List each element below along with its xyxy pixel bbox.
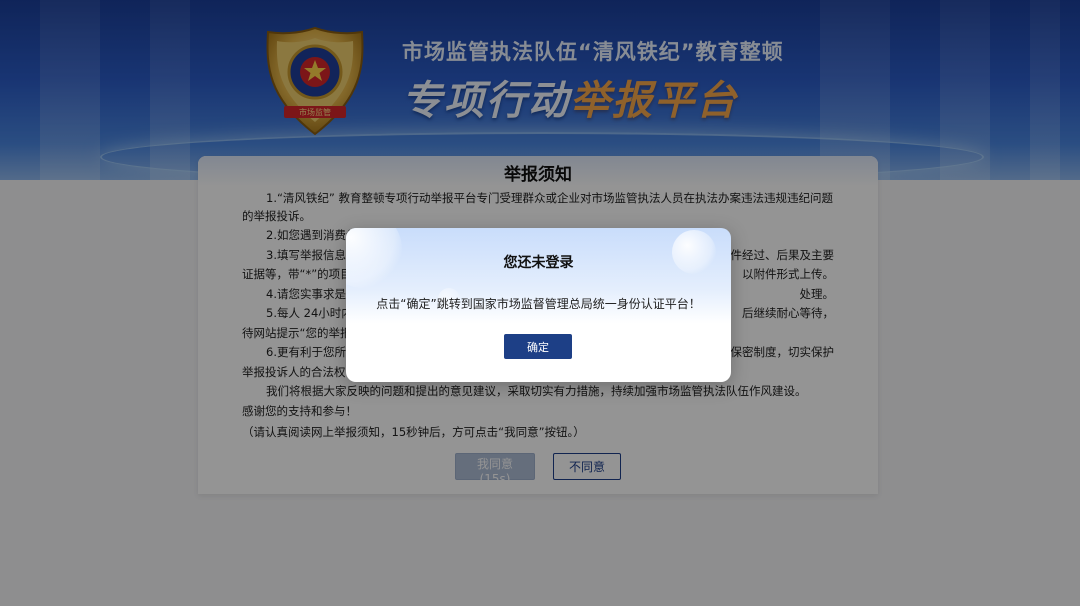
dialog-title: 您还未登录 [503,255,574,271]
login-required-dialog: 您还未登录 点击“确定”跳转到国家市场监督管理总局统一身份认证平台！ 确定 [346,228,731,382]
dialog-message: 点击“确定”跳转到国家市场监督管理总局统一身份认证平台！ [376,297,701,311]
confirm-button[interactable]: 确定 [504,334,572,359]
